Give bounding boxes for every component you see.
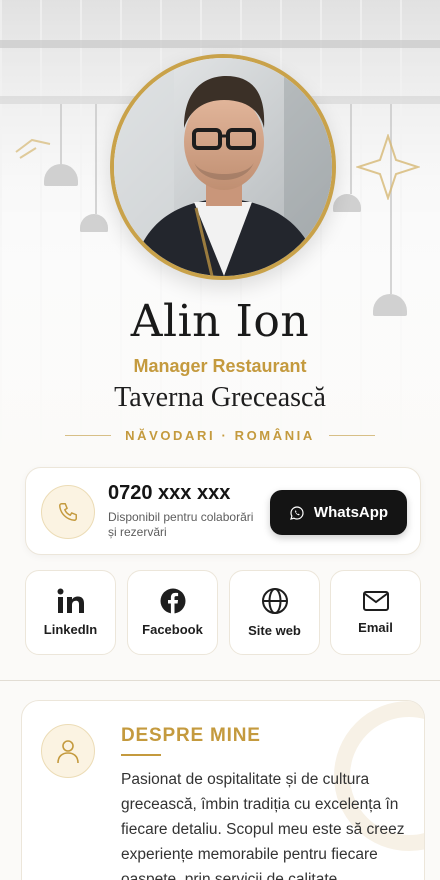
divider-line: [65, 435, 112, 436]
sparkle-icon: [356, 134, 420, 200]
whatsapp-label: WhatsApp: [313, 504, 389, 521]
profile-company: Taverna Grecească: [114, 382, 326, 413]
phone-number[interactable]: 0720 xxx xxx: [108, 482, 230, 505]
social-label: Facebook: [142, 622, 203, 637]
globe-icon: [261, 588, 288, 614]
phone-card[interactable]: 0720 xxx xxx Disponibil pentru colaborăr…: [25, 467, 421, 555]
profile-name: Alin Ion: [130, 296, 310, 347]
profile-role: Manager Restaurant: [133, 356, 307, 376]
profile-location: NĂVODARI · ROMÂNIA: [0, 428, 440, 443]
social-label: Site web: [248, 623, 301, 638]
website-button[interactable]: Site web: [229, 570, 320, 655]
divider-line: [328, 435, 375, 436]
whatsapp-button[interactable]: WhatsApp: [270, 490, 407, 535]
availability-text: Disponibil pentru colaborări și rezervăr…: [108, 510, 254, 539]
sparkle-icon: [15, 138, 51, 159]
profile-photo: [114, 58, 332, 276]
facebook-button[interactable]: Facebook: [127, 570, 218, 655]
facebook-icon: [160, 588, 185, 614]
about-text: Pasionat de ospitalitate și de cultura g…: [121, 771, 405, 880]
social-label: Email: [358, 620, 393, 635]
whatsapp-icon: [290, 505, 304, 520]
email-button[interactable]: Email: [330, 570, 421, 655]
location-text: NĂVODARI · ROMÂNIA: [125, 428, 315, 443]
social-label: LinkedIn: [43, 622, 98, 637]
mail-icon: [362, 591, 389, 611]
about-card: DESPRE MINE Pasionat de ospitalitate și …: [21, 700, 425, 880]
linkedin-button[interactable]: LinkedIn: [25, 570, 116, 655]
avatar: [110, 54, 336, 280]
social-links: LinkedIn Facebook Site web Email: [25, 570, 421, 655]
user-icon: [41, 724, 95, 778]
linkedin-icon: [57, 588, 84, 613]
phone-icon: [41, 485, 95, 539]
about-title: DESPRE MINE: [121, 725, 261, 746]
title-underline: [121, 754, 161, 756]
section-divider: [0, 680, 440, 681]
